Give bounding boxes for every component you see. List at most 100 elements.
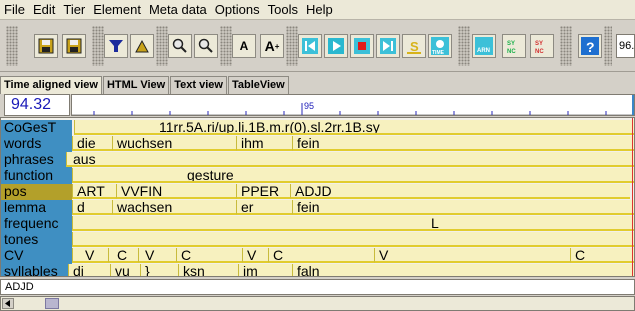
annotation[interactable]: wachsen bbox=[112, 200, 236, 215]
tier-track[interactable]: 11rr.5A.ri/up.li.1B.m.r(0).sl.2rr.1B.sy bbox=[72, 120, 634, 136]
tier-label-pos[interactable]: pos bbox=[1, 184, 72, 200]
tab-table-view[interactable]: TableView bbox=[227, 76, 289, 94]
save-as-button[interactable] bbox=[62, 34, 86, 58]
time-button[interactable]: TIME bbox=[428, 34, 452, 58]
annotation[interactable]: V bbox=[72, 248, 108, 263]
annotation[interactable]: C bbox=[108, 248, 138, 263]
tab-html-view[interactable]: HTML View bbox=[102, 76, 170, 94]
tier-track[interactable]: ART VVFIN PPER ADJD bbox=[72, 184, 634, 200]
tier-track[interactable] bbox=[72, 232, 634, 248]
annotation[interactable]: V bbox=[242, 248, 268, 263]
annotation[interactable]: C bbox=[268, 248, 374, 263]
toolbar-grip[interactable] bbox=[286, 26, 298, 66]
annotation[interactable]: } bbox=[140, 264, 178, 276]
annotation[interactable]: L bbox=[72, 216, 634, 231]
annotation[interactable]: im bbox=[238, 264, 292, 276]
go-start-button[interactable] bbox=[298, 34, 322, 58]
annotation[interactable]: aus bbox=[66, 152, 634, 167]
crosshair-line bbox=[632, 118, 633, 276]
toolbar-grip[interactable] bbox=[560, 26, 572, 66]
toolbar-grip[interactable] bbox=[6, 26, 18, 66]
go-end-button[interactable] bbox=[376, 34, 400, 58]
menu-tier[interactable]: Tier bbox=[63, 2, 85, 17]
annotation[interactable]: faln bbox=[292, 264, 634, 276]
tier-label-tones[interactable]: tones bbox=[1, 232, 72, 248]
annotation[interactable]: ihm bbox=[236, 136, 292, 151]
annotation[interactable]: fein bbox=[292, 136, 634, 151]
annotation[interactable]: V bbox=[138, 248, 176, 263]
desync-button[interactable]: SY NC bbox=[530, 34, 554, 58]
save-icon bbox=[38, 38, 54, 54]
scroll-left-button[interactable] bbox=[2, 298, 14, 309]
annotation[interactable]: die bbox=[72, 136, 112, 151]
annotation[interactable]: gesture bbox=[72, 168, 634, 183]
toolbar-grip[interactable] bbox=[220, 26, 232, 66]
tier-label-syllables[interactable]: syllables bbox=[1, 264, 72, 276]
zoom-field[interactable]: 96.0 bbox=[616, 34, 635, 58]
menu-help[interactable]: Help bbox=[306, 2, 333, 17]
annotation[interactable]: PPER bbox=[236, 184, 290, 199]
tab-text-view[interactable]: Text view bbox=[170, 76, 227, 94]
annotation[interactable] bbox=[72, 232, 634, 247]
toolbar-grip[interactable] bbox=[458, 26, 470, 66]
zoom-in-button[interactable] bbox=[168, 34, 192, 58]
tier-label-frequency[interactable]: frequenc bbox=[1, 216, 72, 232]
sync-button[interactable]: SY NC bbox=[502, 34, 526, 58]
tier-track[interactable]: die wuchsen ihm fein bbox=[72, 136, 634, 152]
playhead-marker[interactable] bbox=[632, 95, 634, 115]
annotation[interactable]: di bbox=[68, 264, 110, 276]
menu-meta-data[interactable]: Meta data bbox=[149, 2, 207, 17]
annotation[interactable]: ART bbox=[72, 184, 116, 199]
play-button[interactable] bbox=[324, 34, 348, 58]
arn-button[interactable]: ARN bbox=[472, 34, 496, 58]
arrow-left-icon bbox=[5, 300, 10, 307]
tier-panel[interactable]: CoGesT 11rr.5A.ri/up.li.1B.m.r(0).sl.2rr… bbox=[0, 117, 635, 277]
tier-label-function[interactable]: function bbox=[1, 168, 72, 184]
zoom-out-button[interactable] bbox=[194, 34, 218, 58]
horizontal-scrollbar[interactable] bbox=[0, 296, 635, 311]
tier-track[interactable]: gesture bbox=[72, 168, 634, 184]
tools-button[interactable] bbox=[130, 34, 154, 58]
tier-label-phrases[interactable]: phrases bbox=[1, 152, 72, 168]
annotation[interactable]: C bbox=[176, 248, 242, 263]
font-larger-button[interactable]: A + bbox=[260, 34, 284, 58]
annotation[interactable]: fein bbox=[292, 200, 634, 215]
tier-track[interactable]: aus bbox=[66, 152, 634, 168]
annotation[interactable]: vu bbox=[110, 264, 140, 276]
time-ruler[interactable]: 95 bbox=[71, 94, 635, 116]
menu-tools[interactable]: Tools bbox=[268, 2, 298, 17]
tier-track[interactable]: L bbox=[72, 216, 634, 232]
tier-label-cogest[interactable]: CoGesT bbox=[1, 120, 72, 136]
annotation[interactable]: V bbox=[374, 248, 570, 263]
annotation[interactable]: er bbox=[236, 200, 292, 215]
annotation[interactable]: d bbox=[72, 200, 112, 215]
annotation[interactable]: wuchsen bbox=[112, 136, 236, 151]
scrollbar-thumb[interactable] bbox=[45, 298, 59, 309]
toolbar-grip[interactable] bbox=[92, 26, 104, 66]
annotation[interactable]: ksn bbox=[178, 264, 238, 276]
annotation[interactable]: ADJD bbox=[290, 184, 630, 199]
stop-button[interactable] bbox=[350, 34, 374, 58]
segment-button[interactable]: S bbox=[402, 34, 426, 58]
menu-file[interactable]: File bbox=[4, 2, 25, 17]
menu-options[interactable]: Options bbox=[215, 2, 260, 17]
tier-label-words[interactable]: words bbox=[1, 136, 72, 152]
menu-element[interactable]: Element bbox=[93, 2, 141, 17]
annotation[interactable]: C bbox=[570, 248, 634, 263]
toolbar-grip[interactable] bbox=[156, 26, 168, 66]
annotation[interactable]: VVFIN bbox=[116, 184, 236, 199]
tier-row-frequency: frequenc L bbox=[1, 216, 634, 232]
help-button[interactable]: ? bbox=[578, 34, 602, 58]
annotation[interactable]: 11rr.5A.ri/up.li.1B.m.r(0).sl.2rr.1B.sy bbox=[74, 120, 634, 135]
toolbar-grip[interactable] bbox=[604, 26, 612, 66]
tab-time-aligned-view[interactable]: Time aligned view bbox=[0, 76, 102, 94]
menu-edit[interactable]: Edit bbox=[33, 2, 55, 17]
tier-label-lemma[interactable]: lemma bbox=[1, 200, 72, 216]
tier-label-cv[interactable]: CV bbox=[1, 248, 72, 264]
tier-track[interactable]: V C V C V C V C bbox=[72, 248, 634, 264]
save-button[interactable] bbox=[34, 34, 58, 58]
tier-track[interactable]: d wachsen er fein bbox=[72, 200, 634, 216]
filter-button[interactable] bbox=[104, 34, 128, 58]
tier-track[interactable]: di vu } ksn im faln bbox=[68, 264, 634, 276]
font-smaller-button[interactable]: A bbox=[232, 34, 256, 58]
